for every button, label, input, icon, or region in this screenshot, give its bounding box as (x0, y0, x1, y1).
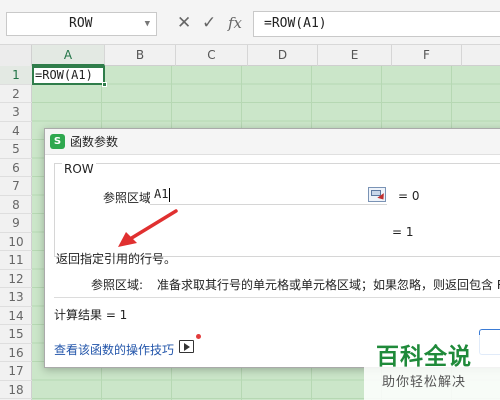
function-name: ROW (62, 162, 96, 176)
column-header[interactable]: F (392, 45, 462, 66)
close-icon[interactable]: ✕ (177, 12, 191, 34)
text-caret (169, 187, 171, 202)
notification-dot (196, 334, 201, 339)
name-box-value: ROW (69, 16, 93, 31)
active-cell-text: =ROW(A1) (35, 68, 93, 82)
row-header[interactable]: 9 (0, 214, 32, 233)
param-desc-text: 准备求取其行号的单元格或单元格区域；如果忽略，则返回包含 R (157, 278, 500, 292)
row-header[interactable]: 13 (0, 288, 32, 307)
function-result: = 1 (392, 225, 414, 239)
row-header[interactable]: 10 (0, 233, 32, 251)
row-header[interactable]: 12 (0, 270, 32, 288)
wps-logo-icon: S (50, 134, 65, 149)
fill-handle[interactable] (102, 82, 107, 87)
column-header[interactable]: B (105, 45, 176, 66)
video-icon[interactable] (179, 340, 194, 353)
chevron-down-icon[interactable]: ▼ (145, 13, 150, 35)
dialog-title: 函数参数 (70, 135, 119, 149)
column-header[interactable]: A (32, 45, 105, 66)
param-label: 参照区域 (103, 191, 152, 205)
column-header[interactable]: E (318, 45, 392, 66)
watermark: 百科全说 助你轻松解决 (364, 335, 500, 400)
formula-input[interactable]: =ROW(A1) (253, 11, 500, 37)
row-header[interactable]: 6 (0, 159, 32, 177)
row-header[interactable]: 17 (0, 362, 32, 381)
annotation-arrow-icon (118, 209, 178, 247)
row-header[interactable]: 14 (0, 307, 32, 325)
row-header[interactable]: 8 (0, 196, 32, 214)
column-header[interactable]: C (176, 45, 248, 66)
param-result: = 0 (398, 189, 420, 203)
reference-value: A1 (154, 187, 169, 201)
watermark-subtitle: 助你轻松解决 (382, 375, 467, 390)
row-header[interactable]: 2 (0, 85, 32, 103)
param-description: 参照区域: 准备求取其行号的单元格或单元格区域；如果忽略，则返回包含 R (91, 276, 500, 293)
check-icon[interactable]: ✓ (202, 12, 216, 34)
function-description: 返回指定引用的行号。 (56, 252, 177, 266)
watermark-title: 百科全说 (376, 344, 472, 370)
name-box[interactable]: ROW ▼ (6, 12, 157, 36)
row-header[interactable]: 3 (0, 103, 32, 122)
column-headers: A B C D E F (0, 45, 500, 66)
row-headers: 1 2 3 4 5 6 7 8 9 10 11 12 13 14 15 16 1… (0, 66, 32, 400)
dialog-titlebar[interactable]: S 函数参数 (45, 129, 500, 155)
reference-input[interactable]: A1 (150, 183, 387, 205)
row-header[interactable]: 16 (0, 344, 32, 362)
row-header[interactable]: 5 (0, 140, 32, 159)
help-link[interactable]: 查看该函数的操作技巧 (54, 341, 174, 358)
active-cell-a1[interactable]: =ROW(A1) (32, 66, 107, 87)
select-all-corner[interactable] (0, 45, 32, 66)
row-header[interactable]: 4 (0, 122, 32, 140)
fx-icon[interactable]: fx (228, 12, 242, 34)
row-header[interactable]: 11 (0, 251, 32, 270)
param-desc-label: 参照区域: (91, 278, 144, 292)
row-header[interactable]: 1 (0, 66, 32, 85)
range-select-icon[interactable] (368, 187, 387, 202)
formula-bar: ROW ▼ ✕ ✓ fx =ROW(A1) (0, 0, 500, 45)
column-header[interactable]: D (248, 45, 318, 66)
row-header[interactable]: 7 (0, 177, 32, 196)
row-header[interactable]: 15 (0, 325, 32, 344)
divider (54, 297, 500, 298)
row-header[interactable]: 18 (0, 381, 32, 399)
calc-result: 计算结果 = 1 (54, 308, 128, 322)
